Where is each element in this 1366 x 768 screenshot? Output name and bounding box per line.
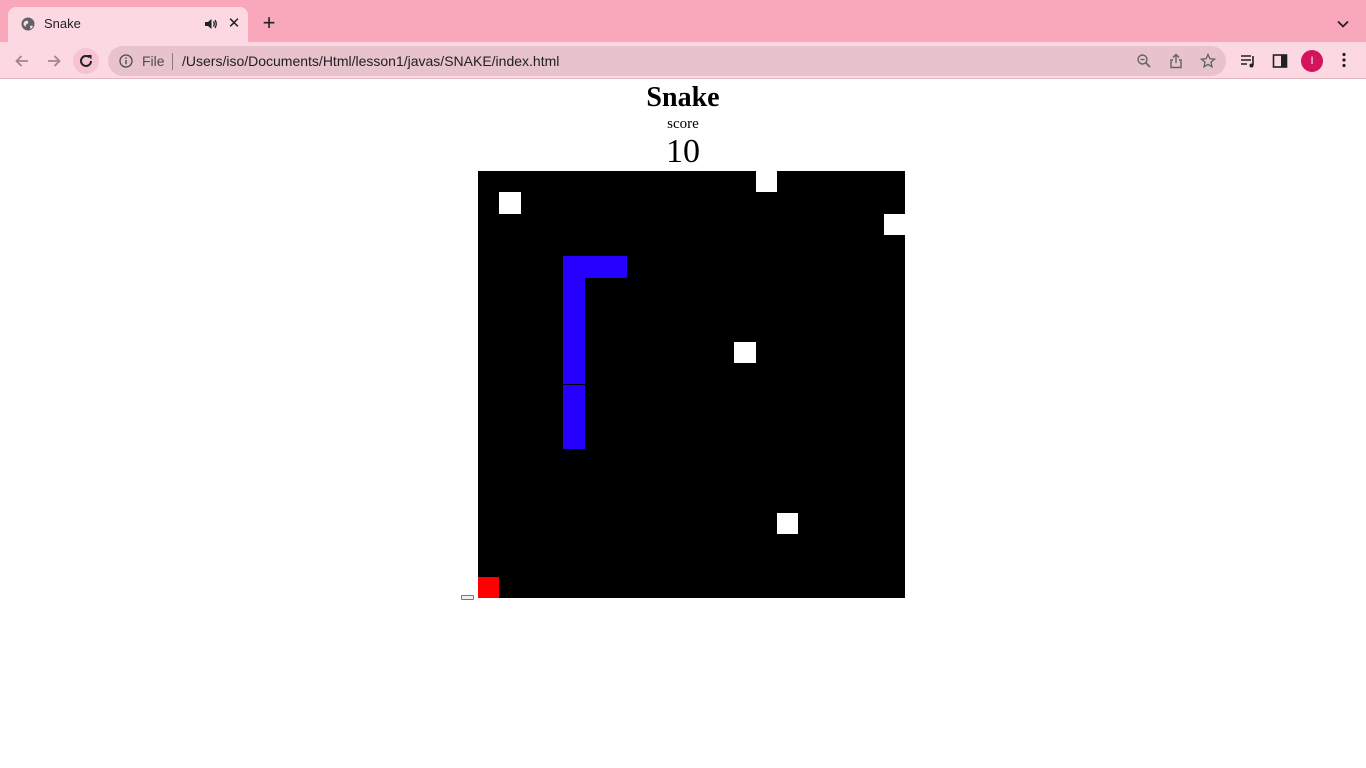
- reload-icon: [80, 54, 92, 67]
- star-icon[interactable]: [1200, 53, 1216, 69]
- food-cell: [734, 341, 756, 364]
- arrow-right-icon: [48, 55, 61, 67]
- profile-avatar[interactable]: I: [1301, 50, 1323, 72]
- tab-title: Snake: [44, 16, 81, 31]
- snake-segment: [563, 384, 585, 406]
- globe-icon: [21, 17, 35, 31]
- zoom-icon[interactable]: [1136, 53, 1152, 69]
- browser-toolbar: File /Users/iso/Documents/Html/lesson1/j…: [0, 42, 1366, 79]
- chevron-down-icon[interactable]: [1334, 15, 1352, 33]
- snake-segment: [563, 320, 585, 342]
- info-icon[interactable]: [119, 54, 133, 68]
- url-text[interactable]: /Users/iso/Documents/Html/lesson1/javas/…: [182, 53, 559, 69]
- back-button[interactable]: [9, 48, 35, 74]
- scheme-label: File: [142, 53, 165, 69]
- game-title: Snake: [646, 82, 720, 113]
- food-cell: [883, 213, 905, 236]
- snake-segment: [563, 299, 585, 321]
- snake-segment: [584, 256, 607, 278]
- forward-button[interactable]: [41, 48, 67, 74]
- food-cell: [755, 171, 777, 193]
- score-value: 10: [666, 133, 700, 170]
- hidden-button[interactable]: [461, 595, 474, 600]
- side-panel-icon[interactable]: [1271, 52, 1289, 70]
- tab-snake[interactable]: Snake ✕: [8, 7, 248, 42]
- speaker-icon[interactable]: [204, 17, 218, 31]
- snake-segment: [563, 277, 585, 300]
- tab-strip: Snake ✕ +: [0, 0, 1366, 42]
- snake-segment: [563, 427, 585, 449]
- snake-segment: [563, 341, 585, 364]
- game-board[interactable]: [478, 171, 905, 598]
- divider: [172, 53, 173, 70]
- media-control-icon[interactable]: [1239, 52, 1257, 70]
- share-icon[interactable]: [1168, 53, 1184, 69]
- snake-segment: [563, 363, 585, 385]
- snake-segment: [563, 405, 585, 428]
- close-tab-icon[interactable]: ✕: [226, 16, 242, 32]
- food-cell: [499, 192, 521, 214]
- more-menu-icon[interactable]: [1336, 51, 1352, 69]
- reload-button[interactable]: [73, 48, 99, 74]
- snake-segment: [563, 256, 585, 278]
- new-tab-button[interactable]: +: [259, 12, 279, 34]
- page-content: Snake score 10: [0, 79, 1366, 768]
- arrow-left-icon: [15, 55, 28, 67]
- address-bar[interactable]: File /Users/iso/Documents/Html/lesson1/j…: [108, 46, 1226, 76]
- snake-segment: [606, 256, 628, 278]
- food-cell: [776, 512, 799, 534]
- special-cell: [478, 576, 500, 598]
- score-label: score: [667, 116, 699, 132]
